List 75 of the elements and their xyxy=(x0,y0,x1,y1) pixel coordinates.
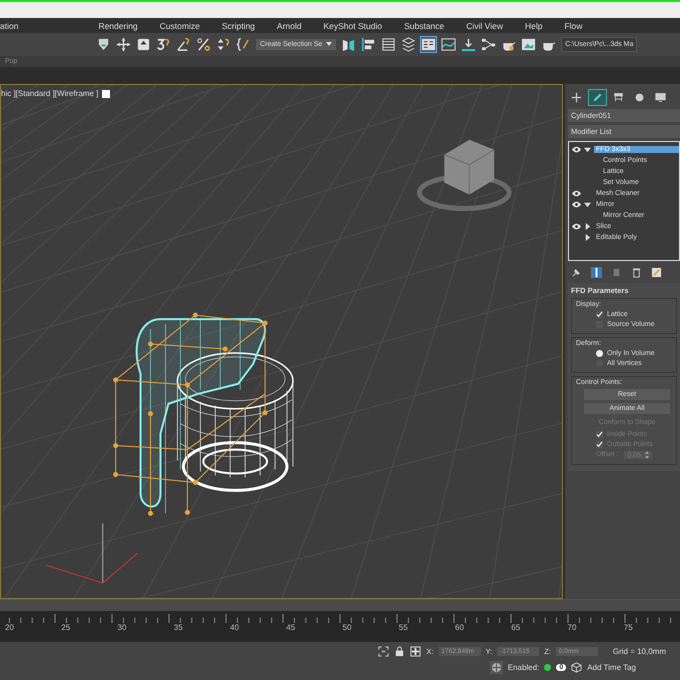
enabled-indicator[interactable] xyxy=(544,664,552,671)
collapse-triangle-icon[interactable] xyxy=(584,234,591,241)
menu-item[interactable]: ation xyxy=(0,20,18,30)
percent-snap-icon[interactable] xyxy=(196,37,211,52)
modify-tab[interactable] xyxy=(589,90,606,105)
menu-item[interactable]: Substance xyxy=(404,20,444,30)
show-end-result-icon[interactable] xyxy=(591,266,602,278)
frame-number: 50 xyxy=(342,623,352,632)
globe-icon[interactable] xyxy=(490,661,503,674)
eye-icon[interactable] xyxy=(572,223,581,230)
eye-icon[interactable] xyxy=(572,146,581,153)
frame-number: 65 xyxy=(511,623,522,632)
frame-number: 70 xyxy=(568,623,578,632)
frame-number: 40 xyxy=(230,623,240,632)
enabled-label: Enabled: xyxy=(508,663,540,672)
checkbox-icon xyxy=(596,431,603,438)
add-time-tag-button[interactable]: Add Time Tag xyxy=(587,663,636,672)
menu-item[interactable]: KeyShot Studio xyxy=(323,20,382,30)
menu-item[interactable]: Customize xyxy=(160,20,200,30)
lock-icon[interactable] xyxy=(394,646,406,657)
frame-number: 35 xyxy=(174,623,184,632)
menu-item[interactable]: Flow xyxy=(564,20,582,30)
menu-item[interactable]: Scripting xyxy=(222,20,255,30)
frame-number: 20 xyxy=(5,623,15,632)
configure-icon[interactable] xyxy=(651,266,662,278)
frame-number: 30 xyxy=(118,623,128,632)
caret-icon xyxy=(326,42,332,46)
mirror-icon[interactable] xyxy=(341,37,356,52)
grid-size-label: Grid = 10,0mm xyxy=(612,647,666,656)
display-icon xyxy=(655,92,666,103)
modify-icon xyxy=(592,92,603,103)
frame-number: 75 xyxy=(624,623,634,632)
menu-item[interactable]: Arnold xyxy=(276,20,302,30)
snap-icon[interactable] xyxy=(156,37,171,52)
spinner-snap-icon[interactable] xyxy=(216,37,231,52)
collapse-triangle-icon[interactable] xyxy=(584,223,591,230)
expand-triangle-icon[interactable] xyxy=(584,201,591,208)
hierarchy-icon xyxy=(613,92,624,103)
frame-number: 60 xyxy=(455,623,465,632)
eye-icon[interactable] xyxy=(572,190,581,197)
ribbon-toggle-icon[interactable] xyxy=(421,37,436,52)
cube-icon[interactable] xyxy=(571,662,582,673)
frame-number: 25 xyxy=(61,623,72,632)
curve-editor-icon[interactable] xyxy=(441,37,456,52)
pin-stack-icon[interactable] xyxy=(571,266,582,278)
create-icon xyxy=(571,92,582,103)
menu-item[interactable]: Rendering xyxy=(98,20,138,30)
list-icon[interactable] xyxy=(381,37,396,52)
frame-number: 45 xyxy=(286,623,296,632)
node-graph-icon[interactable] xyxy=(481,37,496,52)
eye-icon[interactable] xyxy=(572,201,581,208)
viewport[interactable]: hic ][Standard ][Wireframe ] xyxy=(0,84,563,599)
render-frame-icon[interactable] xyxy=(521,37,536,52)
checkbox-icon xyxy=(596,311,603,318)
timeline-ruler[interactable]: 20 25 30 35 40 45 50 55 60 65 70 75 xyxy=(0,611,680,642)
viewport-toggle[interactable] xyxy=(102,90,110,98)
time-slider-track[interactable] xyxy=(0,599,680,611)
frame-number: 55 xyxy=(398,623,409,632)
layers-icon[interactable] xyxy=(401,37,416,52)
angle-snap-icon[interactable] xyxy=(176,37,191,52)
trash-icon[interactable] xyxy=(631,266,642,278)
isolate-icon[interactable] xyxy=(378,646,390,657)
pin-icon[interactable] xyxy=(96,37,111,52)
view-cube-drawing[interactable] xyxy=(416,140,512,212)
braces-icon[interactable] xyxy=(236,37,251,52)
menu-item[interactable]: Civil View xyxy=(466,20,503,30)
schematic-icon[interactable] xyxy=(461,37,476,52)
menu-item[interactable]: Help xyxy=(524,20,542,30)
expand-triangle-icon[interactable] xyxy=(584,146,591,153)
transform-mode-icon[interactable] xyxy=(410,646,422,657)
checkbox-icon xyxy=(596,441,603,448)
align-icon[interactable] xyxy=(361,37,376,52)
motion-icon xyxy=(634,92,645,103)
move-icon[interactable] xyxy=(116,37,131,52)
viewport-label[interactable]: hic ][Standard ][Wireframe ] xyxy=(1,89,98,98)
